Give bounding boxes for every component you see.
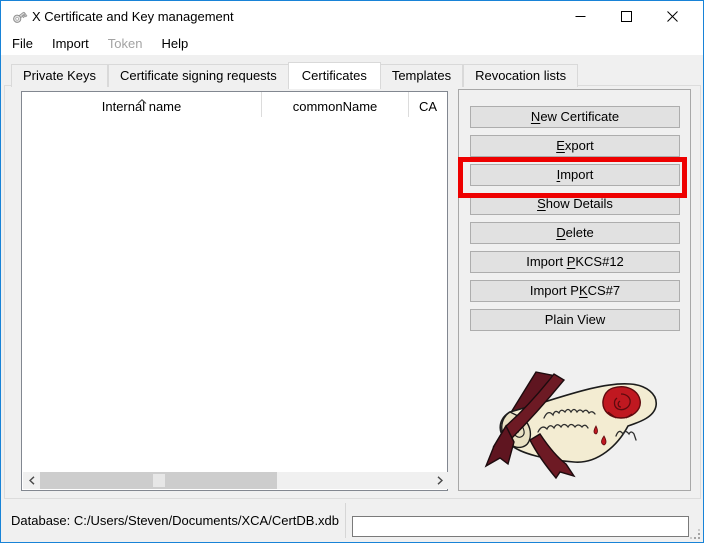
scroll-thumb[interactable] [40, 472, 277, 489]
scroll-thumb-grip [153, 474, 165, 487]
sort-ascending-icon [137, 92, 147, 97]
label-pre: Import P [530, 283, 579, 298]
status-message-field[interactable] [352, 516, 689, 537]
chevron-left-icon [29, 476, 35, 485]
label-post: mport [560, 167, 593, 182]
import-pkcs7-button[interactable]: Import PKCS#7 [470, 280, 680, 302]
import-pkcs12-button[interactable]: Import PKCS#12 [470, 251, 680, 273]
menu-item-token: Token [101, 34, 150, 53]
scroll-left-button[interactable] [23, 472, 40, 489]
statusbar-separator [345, 503, 346, 538]
menu-item-import[interactable]: Import [45, 34, 96, 53]
tab-templates[interactable]: Templates [380, 64, 463, 87]
h-scrollbar[interactable] [23, 472, 448, 489]
label-accel: N [531, 109, 540, 124]
label-post: xport [565, 138, 594, 153]
app-window: X Certificate and Key management File Im… [0, 0, 704, 543]
plain-view-button[interactable]: Plain View [470, 309, 680, 331]
tab-certificates[interactable]: Certificates [288, 62, 381, 89]
tab-revocation-lists[interactable]: Revocation lists [463, 64, 578, 87]
minimize-button[interactable] [557, 1, 603, 32]
show-details-button[interactable]: Show Details [470, 193, 680, 215]
column-label: CA [419, 99, 437, 114]
maximize-button[interactable] [603, 1, 649, 32]
label-post: CS#7 [588, 283, 621, 298]
title-bar: X Certificate and Key management [1, 1, 703, 32]
column-header-commonname[interactable]: commonName [262, 92, 409, 117]
key-icon [10, 8, 28, 26]
tab-certificate-signing-requests[interactable]: Certificate signing requests [108, 64, 289, 87]
database-path-label: Database: C:/Users/Steven/Documents/XCA/… [11, 499, 339, 542]
scroll-right-button[interactable] [431, 472, 448, 489]
import-button[interactable]: Import [470, 164, 680, 186]
label-pre: Import [526, 254, 566, 269]
label-accel: E [556, 138, 565, 153]
delete-button[interactable]: Delete [470, 222, 680, 244]
xca-scroll-logo [480, 370, 666, 485]
status-bar: Database: C:/Users/Steven/Documents/XCA/… [1, 499, 703, 542]
resize-grip[interactable] [689, 528, 701, 540]
tab-bar: Private Keys Certificate signing request… [11, 62, 578, 87]
label-accel: K [579, 283, 588, 298]
tab-private-keys[interactable]: Private Keys [11, 64, 108, 87]
export-button[interactable]: Export [470, 135, 680, 157]
certificate-table: Internal name commonName CA [21, 91, 448, 491]
column-header-ca[interactable]: CA [409, 92, 447, 117]
menu-item-help[interactable]: Help [155, 34, 196, 53]
close-icon [667, 11, 678, 22]
label-accel: S [537, 196, 546, 211]
chevron-right-icon [437, 476, 443, 485]
close-button[interactable] [649, 1, 695, 32]
column-header-internal-name[interactable]: Internal name [22, 92, 262, 117]
table-header: Internal name commonName CA [22, 92, 447, 117]
label-post: elete [566, 225, 594, 240]
minimize-icon [575, 11, 586, 22]
window-title: X Certificate and Key management [32, 1, 234, 32]
label-pre: Plain View [545, 312, 605, 327]
label-post: ew Certificate [540, 109, 619, 124]
column-label: commonName [293, 99, 378, 114]
menu-bar: File Import Token Help [1, 32, 703, 55]
label-post: KCS#12 [575, 254, 623, 269]
action-panel: New Certificate Export Import Show Detai… [458, 89, 691, 491]
menu-item-file[interactable]: File [5, 34, 40, 53]
label-post: how Details [546, 196, 613, 211]
maximize-icon [621, 11, 632, 22]
new-certificate-button[interactable]: New Certificate [470, 106, 680, 128]
label-accel: D [556, 225, 565, 240]
